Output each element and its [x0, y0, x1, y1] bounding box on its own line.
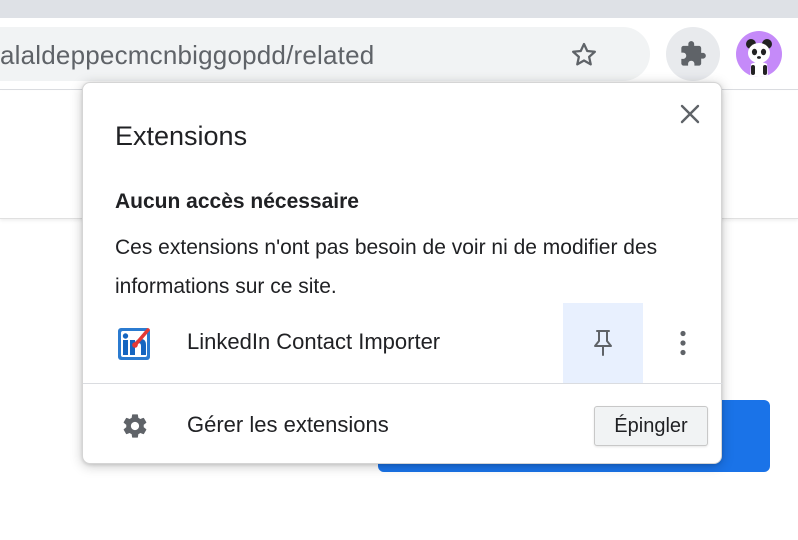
- close-button[interactable]: [673, 97, 707, 131]
- tab-strip: [0, 0, 798, 18]
- bookmark-button[interactable]: [564, 39, 604, 71]
- url-text: alaldeppecmcnbiggopdd/related: [0, 40, 375, 70]
- close-icon: [680, 104, 700, 124]
- browser-toolbar: alaldeppecmcnbiggopdd/related: [0, 18, 798, 90]
- more-actions-button[interactable]: [663, 323, 703, 363]
- address-bar[interactable]: alaldeppecmcnbiggopdd/related: [0, 27, 650, 81]
- more-vert-icon: [680, 330, 686, 356]
- extension-item[interactable]: LinkedIn Contact Importer: [83, 303, 723, 383]
- pin-tooltip: Épingler: [594, 406, 708, 446]
- gear-icon: [123, 414, 147, 438]
- pin-icon: [594, 330, 612, 356]
- section-heading: Aucun accès nécessaire: [115, 190, 359, 213]
- extension-name: LinkedIn Contact Importer: [187, 329, 441, 354]
- profile-avatar[interactable]: [736, 31, 782, 77]
- manage-extensions-label: Gérer les extensions: [187, 412, 389, 437]
- extensions-button[interactable]: [666, 27, 720, 81]
- popup-title: Extensions: [115, 121, 248, 151]
- star-icon: [572, 42, 596, 66]
- linkedin-importer-icon: [118, 328, 150, 360]
- panda-avatar-icon: [746, 39, 772, 77]
- puzzle-icon: [681, 41, 706, 66]
- pin-button[interactable]: [563, 303, 643, 383]
- section-description: Ces extensions n'ont pas besoin de voir …: [115, 236, 658, 298]
